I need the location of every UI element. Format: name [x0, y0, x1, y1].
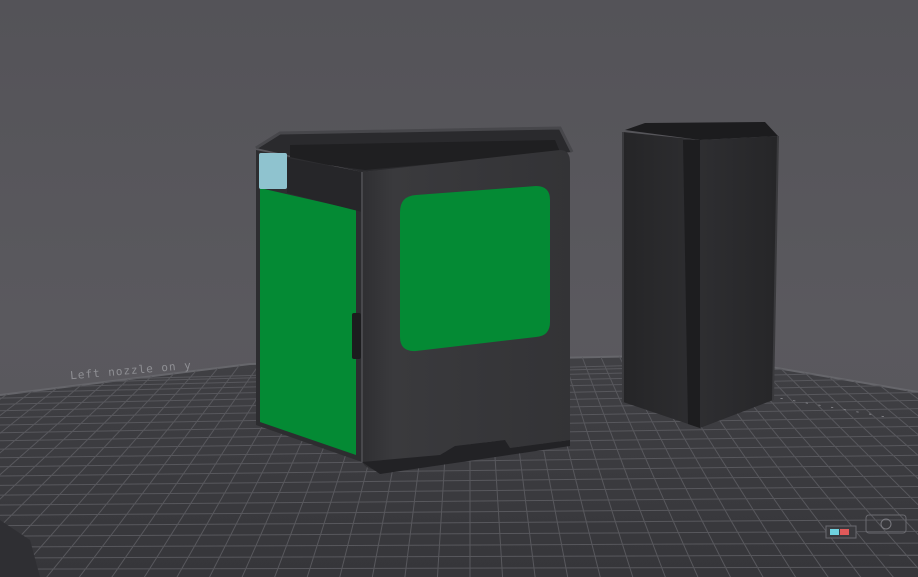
object-side-pillar[interactable]: [622, 122, 779, 428]
left-window-panel: [260, 188, 356, 455]
door-latch[interactable]: [352, 313, 361, 359]
scene-canvas[interactable]: [0, 0, 918, 577]
axis-gizmo-icon[interactable]: [825, 525, 857, 539]
object-enclosure[interactable]: [255, 126, 574, 474]
3d-viewport[interactable]: Left nozzle on y - - - - - - - - -: [0, 0, 918, 577]
selection-highlight-block: [259, 153, 287, 189]
pillar-body: [623, 132, 778, 428]
front-window-panel[interactable]: [400, 186, 550, 352]
